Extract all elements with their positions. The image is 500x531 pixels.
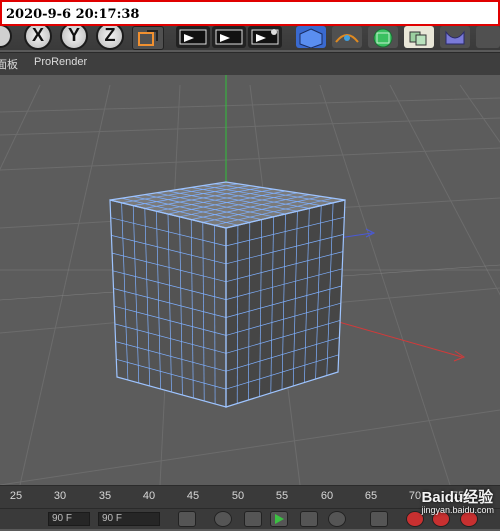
tick-label: 65	[364, 490, 378, 502]
tick-label: 35	[98, 490, 112, 502]
tick-label: 50	[231, 490, 245, 502]
tick-label: 25	[9, 490, 23, 502]
prev-keyframe-icon[interactable]	[214, 511, 232, 527]
prev-frame-icon[interactable]	[244, 511, 262, 527]
go-to-start-icon[interactable]	[178, 511, 196, 527]
render-settings-icon[interactable]	[248, 26, 282, 48]
3d-viewport[interactable]	[0, 75, 500, 485]
play-icon[interactable]	[270, 511, 288, 527]
coordinate-system-icon[interactable]	[132, 26, 164, 50]
cloner-icon[interactable]	[404, 26, 434, 48]
next-keyframe-icon[interactable]	[328, 511, 346, 527]
viewport-scene[interactable]	[0, 75, 500, 485]
min-frame-field[interactable]: 90 F	[48, 512, 90, 526]
viewport-menubar: 面板 ProRender	[0, 52, 500, 76]
deformer-icon[interactable]	[440, 26, 470, 48]
spline-pen-icon[interactable]	[332, 26, 362, 48]
timestamp-overlay: 2020-9-6 20:17:38	[0, 0, 500, 26]
tick-label: 40	[142, 490, 156, 502]
tick-label: 60	[320, 490, 334, 502]
tick-label: 30	[53, 490, 67, 502]
watermark-url: jingyan.baidu.com	[421, 505, 494, 515]
go-to-end-icon[interactable]	[370, 511, 388, 527]
next-frame-icon[interactable]	[300, 511, 318, 527]
subdivided-cube[interactable]	[109, 181, 346, 408]
render-view-icon[interactable]	[176, 26, 210, 48]
baidu-watermark: Baidu经验 jingyan.baidu.com	[421, 486, 494, 515]
tick-label: 55	[275, 490, 289, 502]
render-to-picture-viewer-icon[interactable]	[212, 26, 246, 48]
tick-label: 45	[186, 490, 200, 502]
current-frame-field[interactable]: 90 F	[98, 512, 160, 526]
snap-icon[interactable]	[476, 26, 500, 48]
menu-prorender[interactable]: ProRender	[34, 56, 87, 68]
menu-panel[interactable]: 面板	[0, 56, 18, 72]
subdivision-surface-icon[interactable]	[368, 26, 398, 48]
watermark-brand: Baidu经验	[421, 489, 494, 506]
cube-primitive-icon[interactable]	[296, 26, 326, 49]
tick-label: 70	[408, 490, 422, 502]
